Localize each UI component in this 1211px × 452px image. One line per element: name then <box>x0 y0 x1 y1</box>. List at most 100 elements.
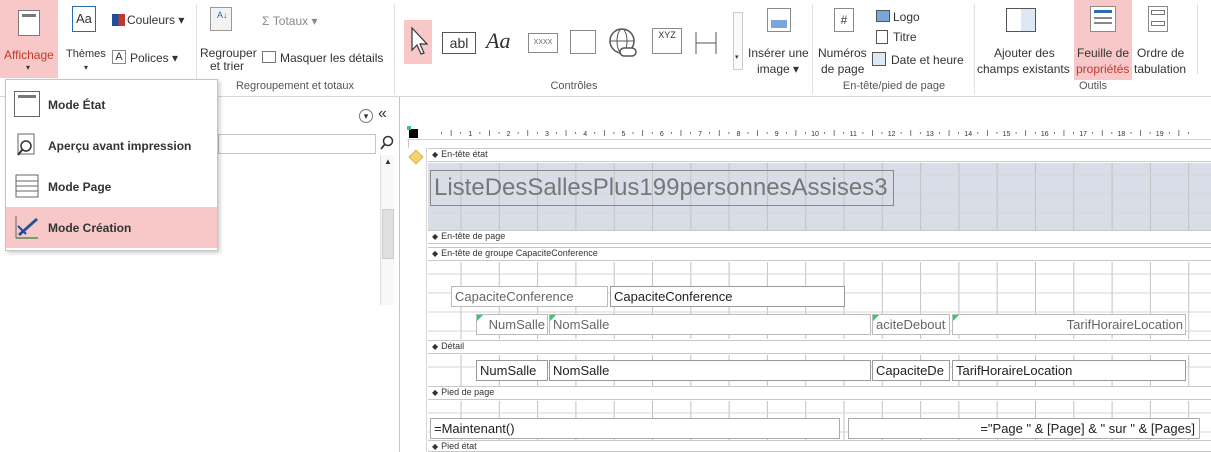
report-view-icon <box>14 91 40 117</box>
ruler-number: 4 <box>583 131 587 138</box>
column-label-nomsalle[interactable]: NomSalle <box>549 314 871 335</box>
view-label: Affichage <box>4 48 54 62</box>
report-selector[interactable] <box>409 129 418 138</box>
colors-button[interactable]: Couleurs ▾ <box>127 13 184 27</box>
gallery-scroll[interactable]: ▾ <box>733 12 743 70</box>
ruler-number: 13 <box>926 131 934 138</box>
hide-details-button[interactable]: Masquer les détails <box>280 51 383 65</box>
search-input[interactable] <box>218 134 376 154</box>
page-numbers-label-1[interactable]: Numéros <box>818 46 867 60</box>
section-page-footer[interactable]: ◆ Pied de page <box>428 386 1211 400</box>
pointer-icon <box>411 26 429 55</box>
combo-control[interactable]: XYZ <box>652 28 682 54</box>
ruler-number: 15 <box>1003 131 1011 138</box>
ruler-number: 18 <box>1118 131 1126 138</box>
label-control[interactable]: Aa <box>486 28 510 54</box>
themes-label[interactable]: Thèmes <box>66 48 106 60</box>
ruler-number: 3 <box>545 131 549 138</box>
ruler-number: 11 <box>850 131 857 138</box>
logo-icon <box>876 10 890 22</box>
tab-control[interactable] <box>570 30 596 54</box>
menu-item-report-view[interactable]: Mode État <box>6 84 217 125</box>
menu-item-print-preview[interactable]: Aperçu avant impression <box>6 125 217 166</box>
add-fields-label-2[interactable]: champs existants <box>977 62 1070 76</box>
property-sheet-label-1: Feuille de <box>1077 46 1130 60</box>
tab-order-label-2[interactable]: tabulation <box>1134 62 1186 76</box>
vertical-ruler <box>407 148 427 452</box>
grouping-group-label: Regroupement et totaux <box>235 80 355 92</box>
group-sort-label-1[interactable]: Regrouper <box>200 46 257 60</box>
detail-field-numsalle[interactable]: NumSalle <box>476 360 548 381</box>
line-control-icon[interactable] <box>694 28 718 58</box>
detail-field-capacite[interactable]: CapaciteDe <box>872 360 950 381</box>
group-sort-label-2[interactable]: et trier <box>210 59 244 73</box>
layout-view-icon <box>15 174 39 198</box>
ruler-number: 10 <box>811 131 819 138</box>
date-time-icon <box>872 52 886 66</box>
totals-button[interactable]: Σ Totaux ▾ <box>262 14 317 28</box>
ruler-number: 1 <box>468 131 472 138</box>
group-sort-icon: A↓ <box>210 7 232 31</box>
button-control[interactable]: XXXX <box>528 33 558 53</box>
warning-icon[interactable] <box>408 149 424 165</box>
ruler-number: 9 <box>775 131 779 138</box>
collapse-pane-button[interactable]: « <box>378 105 387 123</box>
title-icon <box>876 30 888 44</box>
ruler-ticks: 1 2 3 4 5 6 7 8 9 10 11 12 13 14 15 16 17 18 19 <box>441 130 1189 138</box>
column-label-tarif[interactable]: TarifHoraireLocation <box>952 314 1186 335</box>
tab-order-label-1[interactable]: Ordre de <box>1137 46 1184 60</box>
horizontal-ruler: 1 2 3 4 5 6 7 8 9 10 11 12 13 14 15 16 17 18 19 <box>407 126 1211 140</box>
search-icon[interactable] <box>380 135 394 151</box>
print-preview-icon <box>17 133 35 156</box>
hyperlink-globe-icon[interactable] <box>606 26 640 58</box>
fonts-icon: A <box>112 50 126 64</box>
ruler-number: 6 <box>660 131 664 138</box>
ruler-number: 7 <box>698 131 702 138</box>
section-report-footer[interactable]: ◆ Pied état <box>428 440 1211 452</box>
add-fields-label-1[interactable]: Ajouter des <box>994 46 1055 60</box>
fonts-button[interactable]: Polices ▾ <box>130 51 178 65</box>
detail-field-nomsalle[interactable]: NomSalle <box>549 360 871 381</box>
footer-page-textbox[interactable]: ="Page " & [Page] & " sur " & [Pages] <box>848 418 1200 439</box>
insert-image-label-1[interactable]: Insérer une <box>748 46 809 60</box>
group-field-label[interactable]: CapaciteConference <box>451 286 608 307</box>
nav-scrollbar[interactable]: ▲ <box>380 155 394 305</box>
title-button[interactable]: Titre <box>893 30 917 44</box>
chevron-down-icon[interactable]: ▾ <box>359 109 373 123</box>
report-title-label[interactable]: ListeDesSallesPlus199personnesAssises3 <box>430 170 894 206</box>
section-page-header[interactable]: ◆ En-tête de page <box>428 230 1211 244</box>
view-dropdown-menu: Mode État Aperçu avant impression Mode P… <box>5 79 218 251</box>
menu-item-design-view[interactable]: Mode Création <box>6 207 217 248</box>
menu-item-layout-view[interactable]: Mode Page <box>6 166 217 207</box>
ruler-number: 5 <box>622 131 626 138</box>
section-group-header[interactable]: ◆ En-tête de groupe CapaciteConference <box>428 247 1211 261</box>
group-field-textbox[interactable]: CapaciteConference <box>610 286 845 307</box>
column-label-capacite-debout[interactable]: aciteDebout <box>872 314 950 335</box>
column-label-numsalle[interactable]: NumSalle <box>476 314 548 335</box>
footer-date-textbox[interactable]: =Maintenant() <box>430 418 840 439</box>
more-tools-icon[interactable] <box>1197 4 1209 74</box>
themes-icon[interactable]: Aa <box>72 6 96 32</box>
ruler-number: 2 <box>507 131 511 138</box>
textbox-control[interactable]: abl <box>442 32 476 54</box>
ruler-number: 8 <box>736 131 740 138</box>
section-detail[interactable]: ◆ Détail <box>428 340 1211 354</box>
page-numbers-label-2[interactable]: de page <box>821 62 864 76</box>
ruler-number: 17 <box>1079 131 1087 138</box>
colors-icon <box>112 14 125 26</box>
page-numbers-icon: # <box>834 8 854 32</box>
property-sheet-label-2: propriétés <box>1076 62 1130 76</box>
controls-group-label: Contrôles <box>550 80 598 92</box>
ruler-number: 16 <box>1041 131 1049 138</box>
date-time-button[interactable]: Date et heure <box>891 53 964 67</box>
ruler-number: 19 <box>1156 131 1164 138</box>
header-footer-group-label: En-tête/pied de page <box>842 80 946 92</box>
tab-order-icon <box>1148 6 1168 32</box>
insert-image-label-2[interactable]: image ▾ <box>757 62 799 76</box>
logo-button[interactable]: Logo <box>893 10 920 24</box>
property-sheet-icon <box>1090 6 1116 32</box>
design-view-icon <box>15 216 38 239</box>
detail-field-tarif[interactable]: TarifHoraireLocation <box>952 360 1186 381</box>
section-report-header[interactable]: ◆ En-tête état <box>428 148 1211 162</box>
tools-group-label: Outils <box>1078 80 1108 92</box>
